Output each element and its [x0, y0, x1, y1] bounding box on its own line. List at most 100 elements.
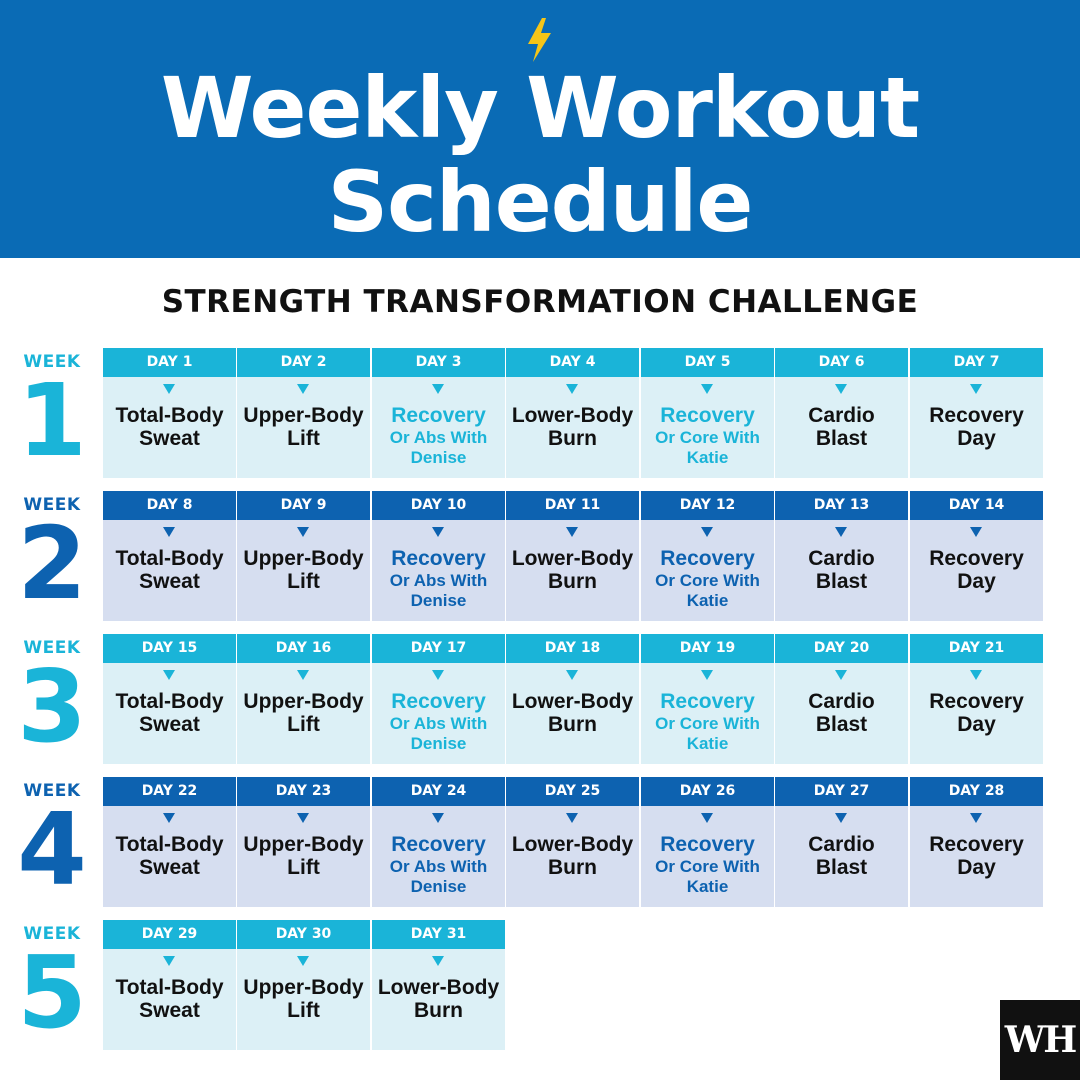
down-arrow-icon [566, 527, 578, 537]
day-cell: DAY 26 Recovery Or Core With Katie [641, 777, 774, 907]
workout-alternative: Or Abs With Denise [389, 714, 488, 753]
workout-name: Cardio Blast [808, 404, 875, 450]
down-arrow-icon [297, 956, 309, 966]
day-cell: DAY 28 Recovery Day [910, 777, 1043, 907]
day-number: DAY 20 [775, 634, 908, 663]
day-body: Recovery Or Abs With Denise [372, 377, 505, 478]
day-number: DAY 28 [910, 777, 1043, 806]
day-number: DAY 9 [237, 491, 370, 520]
down-arrow-icon [701, 527, 713, 537]
down-arrow-icon [163, 670, 175, 680]
lightning-bolt-icon [528, 18, 551, 62]
day-number: DAY 11 [506, 491, 639, 520]
day-body: Upper-Body Lift [237, 663, 370, 764]
wh-logo: WH [1000, 1000, 1080, 1080]
day-cell: DAY 5 Recovery Or Core With Katie [641, 348, 774, 478]
day-number: DAY 25 [506, 777, 639, 806]
workout-name: Recovery Day [929, 690, 1024, 736]
page-title-line-2: Schedule [327, 153, 754, 251]
down-arrow-icon [163, 384, 175, 394]
workout-name: Upper-Body Lift [243, 833, 364, 879]
day-cell: DAY 18 Lower-Body Burn [506, 634, 639, 764]
down-arrow-icon [566, 384, 578, 394]
down-arrow-icon [432, 956, 444, 966]
day-body: Upper-Body Lift [237, 377, 370, 478]
workout-name: Recovery [391, 404, 486, 427]
day-number: DAY 31 [372, 920, 505, 949]
day-number: DAY 27 [775, 777, 908, 806]
day-body: Recovery Or Abs With Denise [372, 663, 505, 764]
workout-name: Cardio Blast [808, 833, 875, 879]
down-arrow-icon [297, 813, 309, 823]
day-cell: DAY 30 Upper-Body Lift [237, 920, 370, 1050]
workout-name: Total-Body Sweat [115, 833, 224, 879]
workout-name: Lower-Body Burn [377, 976, 500, 1022]
workout-name: Total-Body Sweat [115, 976, 224, 1022]
day-number: DAY 3 [372, 348, 505, 377]
day-number: DAY 17 [372, 634, 505, 663]
down-arrow-icon [163, 956, 175, 966]
week-label: WEEK 2 [0, 495, 104, 621]
workout-name: Upper-Body Lift [243, 404, 364, 450]
day-cell: DAY 20 Cardio Blast [775, 634, 908, 764]
day-cell: DAY 9 Upper-Body Lift [237, 491, 370, 621]
week-label: WEEK 3 [0, 638, 104, 764]
workout-name: Recovery Day [929, 404, 1024, 450]
workout-name: Total-Body Sweat [115, 547, 224, 593]
day-cell: DAY 23 Upper-Body Lift [237, 777, 370, 907]
week-number: 2 [17, 505, 87, 622]
day-cell: DAY 14 Recovery Day [910, 491, 1043, 621]
down-arrow-icon [566, 670, 578, 680]
workout-name: Cardio Blast [808, 547, 875, 593]
day-body: Total-Body Sweat [103, 520, 236, 621]
down-arrow-icon [432, 670, 444, 680]
day-cell: DAY 6 Cardio Blast [775, 348, 908, 478]
day-body: Lower-Body Burn [506, 806, 639, 907]
day-body: Recovery Day [910, 806, 1043, 907]
day-cell: DAY 11 Lower-Body Burn [506, 491, 639, 621]
day-body: Cardio Blast [775, 377, 908, 478]
day-body: Recovery Or Core With Katie [641, 806, 774, 907]
down-arrow-icon [163, 813, 175, 823]
day-cell: DAY 29 Total-Body Sweat [103, 920, 236, 1050]
day-cell: DAY 2 Upper-Body Lift [237, 348, 370, 478]
workout-name: Recovery [660, 833, 755, 856]
workout-alternative: Or Abs With Denise [389, 571, 488, 610]
workout-name: Total-Body Sweat [115, 404, 224, 450]
workout-name: Lower-Body Burn [511, 690, 634, 736]
week-number: 5 [17, 934, 87, 1051]
day-body: Total-Body Sweat [103, 806, 236, 907]
workout-name: Cardio Blast [808, 690, 875, 736]
week-number: 3 [17, 648, 87, 765]
day-cell: DAY 8 Total-Body Sweat [103, 491, 236, 621]
day-body: Upper-Body Lift [237, 520, 370, 621]
down-arrow-icon [701, 813, 713, 823]
week-label: WEEK 4 [0, 781, 104, 907]
workout-name: Recovery [660, 690, 755, 713]
day-cell: DAY 15 Total-Body Sweat [103, 634, 236, 764]
workout-name: Upper-Body Lift [243, 690, 364, 736]
day-body: Lower-Body Burn [506, 377, 639, 478]
down-arrow-icon [297, 384, 309, 394]
day-body: Recovery Or Abs With Denise [372, 806, 505, 907]
down-arrow-icon [835, 527, 847, 537]
down-arrow-icon [970, 384, 982, 394]
day-body: Lower-Body Burn [372, 949, 505, 1050]
workout-alternative: Or Core With Katie [655, 857, 760, 896]
workout-alternative: Or Core With Katie [655, 428, 760, 467]
day-body: Cardio Blast [775, 520, 908, 621]
day-body: Recovery Or Core With Katie [641, 520, 774, 621]
day-body: Upper-Body Lift [237, 949, 370, 1050]
day-cell: DAY 31 Lower-Body Burn [372, 920, 505, 1050]
day-number: DAY 26 [641, 777, 774, 806]
down-arrow-icon [835, 813, 847, 823]
workout-name: Recovery [391, 547, 486, 570]
day-body: Recovery Or Core With Katie [641, 377, 774, 478]
workout-name: Upper-Body Lift [243, 976, 364, 1022]
workout-name: Recovery [660, 404, 755, 427]
day-body: Total-Body Sweat [103, 377, 236, 478]
day-number: DAY 13 [775, 491, 908, 520]
day-number: DAY 4 [506, 348, 639, 377]
day-number: DAY 2 [237, 348, 370, 377]
down-arrow-icon [432, 813, 444, 823]
